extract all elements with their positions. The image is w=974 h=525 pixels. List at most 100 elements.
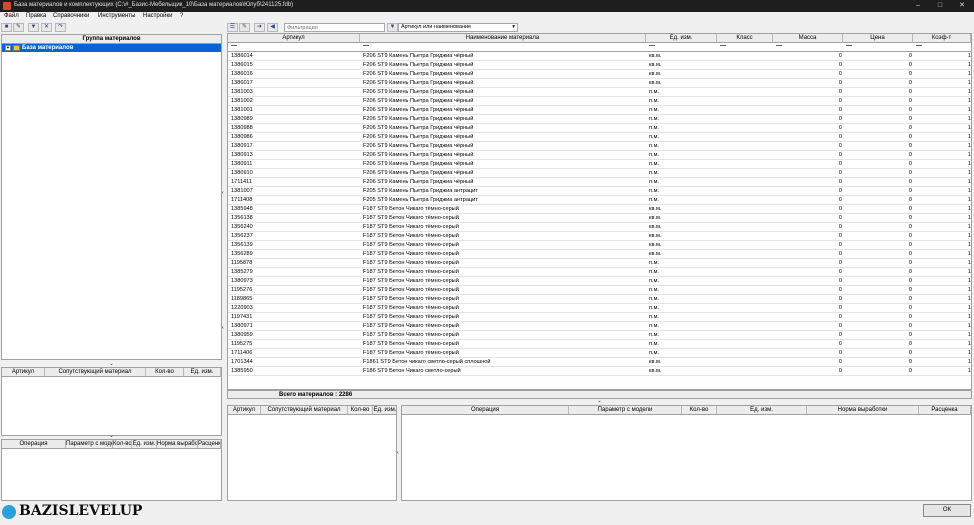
filter-icon[interactable]: — [846, 43, 852, 49]
col-operation[interactable]: Операция [2, 440, 66, 449]
col-operation[interactable]: Операция [402, 406, 569, 415]
move-material-icon[interactable]: ➜ [254, 23, 265, 32]
table-row[interactable]: 1711411 F206 ST9 Камень Пьетра Гриджиа чё… [228, 178, 971, 187]
table-row[interactable]: 1195275 F187 ST9 Бетон Чикаго тёмно-серый… [228, 340, 971, 349]
table-row[interactable]: 1380971 F187 ST9 Бетон Чикаго тёмно-серый… [228, 322, 971, 331]
splitter-handle-icon[interactable]: ⌄ [227, 399, 972, 404]
edit-material-icon[interactable]: ✎ [239, 23, 250, 32]
table-row[interactable]: 1381007 F205 ST9 Камень Пьетра Гриджиа ан… [228, 187, 971, 196]
col-class[interactable]: Класс [717, 34, 773, 43]
table-row[interactable]: 1381002 F206 ST9 Камень Пьетра Гриджиа чё… [228, 97, 971, 106]
group-filter-icon[interactable]: ▼ [28, 23, 39, 32]
table-row[interactable]: 1189865 F187 ST9 Бетон Чикаго тёмно-серый… [228, 295, 971, 304]
back-icon[interactable]: ◀ [267, 23, 278, 32]
col-related-material[interactable]: Сопутствующий материал [261, 406, 348, 415]
left-operations-table[interactable]: Операция Параметр с моде Кол-во Ед. изм.… [1, 439, 222, 501]
table-row[interactable]: 1220903 F187 ST9 Бетон Чикаго тёмно-серый… [228, 304, 971, 313]
table-row[interactable]: 1356139 F187 ST9 Бетон Чикаго тёмно-серый… [228, 241, 971, 250]
tree-node-root[interactable]: + База материалов [2, 44, 221, 52]
col-price[interactable]: Цена [843, 34, 913, 43]
col-unit[interactable]: Ед. изм. [717, 406, 807, 415]
delete-group-icon[interactable]: ✕ [41, 23, 52, 32]
table-row[interactable]: 1381001 F206 ST9 Камень Пьетра Гриджиа чё… [228, 106, 971, 115]
col-rate[interactable]: Расценки [198, 440, 221, 449]
table-row[interactable]: 1380917 F206 ST9 Камень Пьетра Гриджиа чё… [228, 142, 971, 151]
menu-settings[interactable]: Настройки [143, 13, 172, 19]
col-related-material[interactable]: Сопутствующий материал [45, 368, 146, 377]
col-article[interactable]: Артикул [2, 368, 45, 377]
column-filter-row[interactable]: — — — — — — — [228, 43, 971, 52]
col-unit[interactable]: Ед. изм. [646, 34, 717, 43]
table-row[interactable]: 1380989 F206 ST9 Камень Пьетра Гриджиа чё… [228, 115, 971, 124]
table-row[interactable]: 1380913 F206 ST9 Камень Пьетра Гриджиа чё… [228, 151, 971, 160]
menu-file[interactable]: Файл [4, 13, 19, 19]
table-row[interactable]: 1386016 F206 ST9 Камень Пьетра Гриджиа чё… [228, 70, 971, 79]
import-icon[interactable]: ↷ [55, 23, 66, 32]
table-row[interactable]: 1386017 F206 ST9 Камень Пьетра Гриджиа чё… [228, 79, 971, 88]
table-row[interactable]: 1380959 F187 ST9 Бетон Чикаго тёмно-серый… [228, 331, 971, 340]
table-row[interactable]: 1356237 F187 ST9 Бетон Чикаго тёмно-серый… [228, 232, 971, 241]
table-row[interactable]: 1356138 F187 ST9 Бетон Чикаго тёмно-серый… [228, 214, 971, 223]
operations-table[interactable]: Операция Параметр с модели Кол-во Ед. из… [401, 405, 972, 501]
edit-group-icon[interactable]: ✎ [13, 23, 24, 32]
close-icon[interactable]: ✕ [951, 0, 973, 12]
table-row[interactable]: 1380988 F206 ST9 Камень Пьетра Гриджиа чё… [228, 124, 971, 133]
table-row[interactable]: 1380973 F187 ST9 Бетон Чикаго тёмно-серый… [228, 277, 971, 286]
filter-icon[interactable]: — [776, 43, 782, 49]
filter-funnel-icon[interactable]: ▼ [387, 23, 398, 32]
left-related-table[interactable]: Артикул Сопутствующий материал Кол-во Ед… [1, 367, 222, 436]
col-qty[interactable]: Кол-во [348, 406, 373, 415]
filter-input[interactable] [284, 23, 385, 32]
menu-tools[interactable]: Инструменты [98, 13, 135, 19]
col-article[interactable]: Артикул [228, 406, 261, 415]
table-row[interactable]: 1385950 F186 ST9 Бетон Чикаго светло-серы… [228, 367, 971, 376]
col-norm[interactable]: Норма выработ [157, 440, 198, 449]
filter-icon[interactable]: — [916, 43, 922, 49]
table-row[interactable]: 1195276 F187 ST9 Бетон Чикаго тёмно-серый… [228, 286, 971, 295]
col-material-name[interactable]: Наименование материала [360, 34, 646, 43]
col-rate[interactable]: Расценка [919, 406, 971, 415]
col-coef[interactable]: Коэф-т [913, 34, 971, 43]
table-row[interactable]: 1711406 F187 ST9 Бетон Чикаго тёмно-серый… [228, 349, 971, 358]
col-unit[interactable]: Ед. изм. [184, 368, 221, 377]
table-row[interactable]: 1711408 F205 ST9 Камень Пьетра Гриджиа ан… [228, 196, 971, 205]
table-row[interactable]: 1195878 F187 ST9 Бетон Чикаго тёмно-серый… [228, 259, 971, 268]
filter-icon[interactable]: — [231, 43, 237, 49]
minimize-icon[interactable]: – [907, 0, 929, 12]
filter-icon[interactable]: — [649, 43, 655, 49]
ok-button[interactable]: ОК [923, 504, 971, 517]
table-row[interactable]: 1386015 F206 ST9 Камень Пьетра Гриджиа чё… [228, 61, 971, 70]
col-model-param[interactable]: Параметр с моде [66, 440, 113, 449]
table-row[interactable]: 1701344 F1861 ST9 Бетон чикаго светло-сер… [228, 358, 971, 367]
col-article[interactable]: Артикул [228, 34, 360, 43]
col-qty[interactable]: Кол-во [113, 440, 132, 449]
expand-icon[interactable]: + [5, 45, 11, 51]
table-row[interactable]: 1386014 F206 ST9 Камень Пьетра Гриджиа чё… [228, 52, 971, 61]
filter-icon[interactable]: — [363, 43, 369, 49]
material-group-tree[interactable]: Группа материалов + База материалов [1, 34, 222, 360]
col-model-param[interactable]: Параметр с модели [569, 406, 682, 415]
table-row[interactable]: 1356289 F187 ST9 Бетон Чикаго тёмно-серый… [228, 250, 971, 259]
col-unit[interactable]: Ед. изм. [132, 440, 157, 449]
table-row[interactable]: 1385279 F187 ST9 Бетон Чикаго тёмно-серый… [228, 268, 971, 277]
col-mass[interactable]: Масса [773, 34, 843, 43]
table-row[interactable]: 1385948 F187 ST9 Бетон Чикаго тёмно-серый… [228, 205, 971, 214]
materials-grid[interactable]: Артикул Наименование материала Ед. изм. … [227, 33, 972, 390]
add-group-icon[interactable]: ■ [1, 23, 12, 32]
maximize-icon[interactable]: □ [929, 0, 951, 12]
filter-mode-select[interactable]: Артикул или наименование ▾ [398, 23, 518, 32]
table-row[interactable]: 1380910 F206 ST9 Камень Пьетра Гриджиа чё… [228, 169, 971, 178]
table-row[interactable]: 1380986 F206 ST9 Камень Пьетра Гриджиа чё… [228, 133, 971, 142]
menu-references[interactable]: Справочники [53, 13, 89, 19]
col-norm[interactable]: Норма выработки [807, 406, 919, 415]
filter-icon[interactable]: — [720, 43, 726, 49]
menu-edit[interactable]: Правка [26, 13, 46, 19]
related-materials-table[interactable]: Артикул Сопутствующий материал Кол-во Ед… [227, 405, 397, 501]
add-material-icon[interactable]: ☰ [227, 23, 238, 32]
col-unit[interactable]: Ед. изм. [373, 406, 396, 415]
table-row[interactable]: 1380911 F206 ST9 Камень Пьетра Гриджиа чё… [228, 160, 971, 169]
table-row[interactable]: 1381003 F206 ST9 Камень Пьетра Гриджиа чё… [228, 88, 971, 97]
table-row[interactable]: 1197431 F187 ST9 Бетон Чикаго тёмно-серый… [228, 313, 971, 322]
menu-help[interactable]: ? [180, 13, 183, 19]
col-qty[interactable]: Кол-во [146, 368, 184, 377]
